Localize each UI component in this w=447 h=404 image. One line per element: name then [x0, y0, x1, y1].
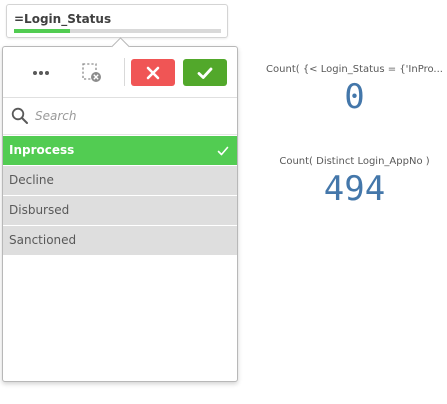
list-item-label: Disbursed	[9, 203, 70, 217]
kpi-label: Count( Distinct Login_AppNo )	[279, 156, 430, 167]
kpi-value: 0	[344, 77, 365, 117]
field-header[interactable]: =Login_Status	[6, 4, 228, 38]
search-row	[3, 98, 237, 135]
ellipsis-icon	[33, 71, 37, 75]
list-item-label: Decline	[9, 173, 54, 187]
selection-state-bar-fill	[14, 29, 70, 33]
more-options-button[interactable]	[28, 60, 54, 86]
close-icon	[146, 66, 160, 79]
clear-selection-button[interactable]	[79, 61, 105, 85]
selection-popover: Inprocess Decline Disbursed Sanctioned	[2, 46, 238, 382]
ellipsis-dot	[45, 71, 49, 75]
field-title: =Login_Status	[14, 12, 112, 26]
kpi-label: Count( {< Login_Status = {'InPro...	[266, 64, 443, 75]
selected-check-icon	[217, 146, 229, 156]
confirm-selection-button[interactable]	[183, 59, 227, 86]
kpi-distinct-appno-count[interactable]: Count( Distinct Login_AppNo ) 494	[262, 156, 447, 209]
kpi-inprocess-count[interactable]: Count( {< Login_Status = {'InPro... 0	[262, 64, 447, 117]
ellipsis-dot	[39, 71, 43, 75]
list-item-inprocess[interactable]: Inprocess	[3, 136, 237, 166]
cancel-selection-button[interactable]	[131, 59, 175, 86]
list-item-label: Inprocess	[9, 143, 75, 157]
list-item-disbursed[interactable]: Disbursed	[3, 196, 237, 226]
selection-state-bar	[14, 29, 221, 33]
search-input[interactable]	[35, 105, 225, 127]
list-item-sanctioned[interactable]: Sanctioned	[3, 226, 237, 256]
check-icon	[197, 67, 213, 79]
kpi-value: 494	[323, 169, 386, 209]
list-item-label: Sanctioned	[9, 233, 77, 247]
clear-selection-icon	[82, 63, 101, 82]
value-list: Inprocess Decline Disbursed Sanctioned	[3, 136, 237, 256]
toolbar-divider	[124, 58, 125, 86]
list-item-decline[interactable]: Decline	[3, 166, 237, 196]
search-icon	[11, 107, 28, 124]
